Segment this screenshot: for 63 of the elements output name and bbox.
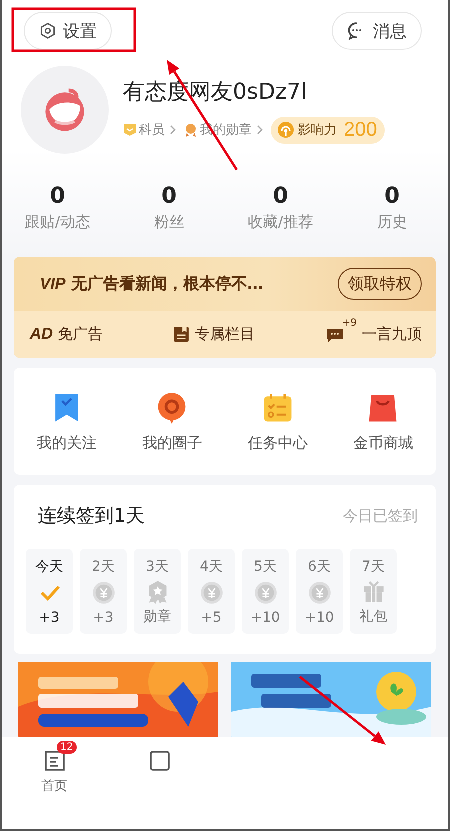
- perk-label: 专属栏目: [195, 325, 256, 344]
- settings-button[interactable]: 设置: [24, 12, 112, 50]
- shortcut-item[interactable]: 任务中心: [248, 392, 308, 453]
- video-icon: [148, 749, 172, 773]
- reward-label: 勋章: [144, 608, 172, 626]
- day-label: 4天: [200, 558, 223, 576]
- checkin-title: 连续签到1天: [38, 504, 146, 529]
- nav-tab[interactable]: 12 首页: [2, 740, 107, 795]
- influence-badge[interactable]: 影响力 200: [271, 116, 386, 144]
- checkin-status: 今日已签到: [343, 506, 418, 526]
- coin-icon: [200, 581, 224, 605]
- nav-label: 首页: [42, 778, 68, 795]
- stat-count[interactable]: 0: [384, 184, 400, 209]
- shield-icon: [123, 123, 137, 137]
- coin-icon: [254, 581, 278, 605]
- checkin-day[interactable]: 6天 +10: [296, 549, 343, 634]
- calendar-icon: [262, 392, 294, 424]
- chevron-icon: [170, 125, 176, 135]
- coin-icon: [92, 581, 116, 605]
- day-label: 5天: [254, 558, 277, 576]
- news-icon: [42, 749, 66, 773]
- influence-label: 影响力: [298, 122, 337, 139]
- checkin-day[interactable]: 4天 +5: [188, 549, 235, 634]
- checkin-day[interactable]: 3天 勋章: [134, 549, 181, 634]
- shortcut-item[interactable]: 金币商城: [353, 392, 414, 453]
- stat-count[interactable]: 0: [273, 184, 288, 209]
- checkin-day[interactable]: 今天 +3: [26, 549, 73, 634]
- day-label: 3天: [146, 558, 169, 576]
- medal-icon: [184, 123, 198, 137]
- reward-label: +10: [304, 610, 334, 626]
- rank-link[interactable]: 科员: [123, 121, 176, 139]
- signal-icon: [277, 121, 295, 139]
- day-label: 今天: [36, 558, 64, 576]
- plus-count-label: +9: [342, 318, 357, 328]
- chat-bubble-icon: [156, 392, 188, 424]
- chevron-icon: [257, 125, 263, 135]
- reward-label: +10: [250, 610, 280, 626]
- day-label: 7天: [362, 558, 385, 576]
- ad-logo: AD: [30, 326, 54, 344]
- reward-label: +3: [39, 610, 60, 626]
- coin-icon: [308, 581, 332, 605]
- day-label: 2天: [92, 558, 115, 576]
- reward-label: 礼包: [360, 608, 388, 626]
- shortcut-item[interactable]: 我的圈子: [142, 392, 202, 453]
- count-badge: 12: [56, 741, 78, 754]
- reward-label: +5: [201, 610, 222, 626]
- checkin-day[interactable]: 7天 礼包: [350, 549, 397, 634]
- column-icon: [173, 326, 190, 343]
- perk-label: 一言九顶: [362, 325, 422, 344]
- messages-button[interactable]: 消息: [332, 12, 422, 50]
- day-label: 6天: [308, 558, 331, 576]
- claim-button[interactable]: 领取特权: [338, 268, 422, 300]
- gift-icon: [362, 580, 386, 604]
- vip-headline: VIP 无广告看新闻，根本停不…: [40, 274, 264, 294]
- shortcut-item[interactable]: 我的关注: [36, 392, 97, 453]
- checkin-day[interactable]: 2天 +3: [80, 549, 127, 634]
- influence-value: 200: [344, 118, 378, 142]
- stat-count[interactable]: 0: [162, 184, 177, 209]
- perk-label: 免广告: [58, 325, 104, 344]
- settings-icon: [39, 22, 57, 40]
- stat-count[interactable]: 0: [50, 184, 66, 209]
- reward-label: +3: [93, 610, 114, 626]
- checkin-day[interactable]: 5天 +10: [242, 549, 289, 634]
